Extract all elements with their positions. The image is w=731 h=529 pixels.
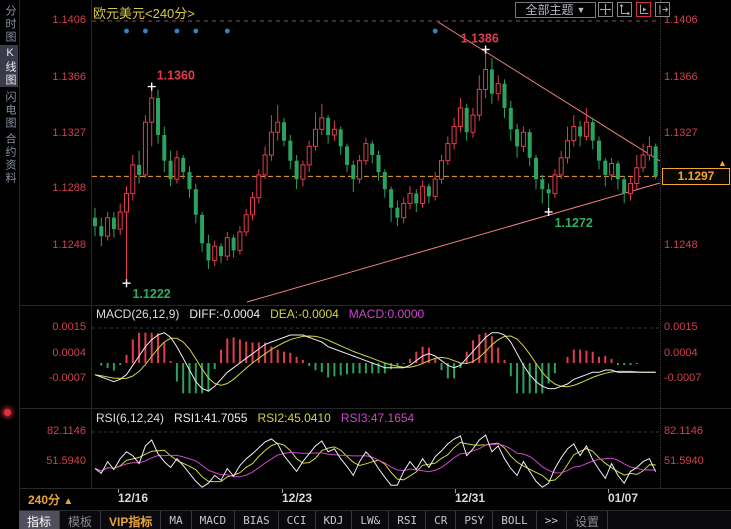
price-tick-right: 1.1327 [664,127,698,140]
date-tick-mark [455,489,456,493]
indicator-value-label: MACD(26,12,9) [96,307,179,321]
toolbar-item-2[interactable]: 模板 [60,511,101,529]
signal-dot [193,29,198,34]
signal-dot [225,29,230,34]
rsi-tick-right: 51.5940 [664,455,704,468]
extreme-cross-marker [123,279,131,287]
toolbar-item-15[interactable]: 设置 [567,511,608,529]
extreme-price-label: 1.1272 [555,216,593,230]
toolbar-item-3[interactable]: VIP指标 [101,511,161,529]
axis-play-icon[interactable] [636,2,651,17]
price-tick-left: 1.1248 [20,239,86,252]
rsi-dates-divider [19,488,731,489]
toolbar-item-7[interactable]: CCI [279,511,316,529]
shift-right-icon[interactable] [655,2,670,17]
extreme-price-label: 1.1222 [133,287,171,301]
toolbar-item-13[interactable]: BOLL [493,511,537,529]
plot-right-border [660,0,661,488]
macd-tick-left: 0.0015 [20,321,86,334]
toolbar-item-9[interactable]: LW& [352,511,389,529]
ascending-support [247,183,660,302]
macd-tick-left: 0.0004 [20,347,86,360]
signal-dot [143,29,148,34]
period-selector[interactable]: 240分 ▲ [28,491,73,508]
extreme-cross-marker [482,46,490,54]
rsi-tick-right: 82.1146 [664,425,703,438]
chevron-down-icon: ▼ [577,3,586,17]
period-up-arrow-icon: ▲ [63,496,73,507]
date-label: 01/07 [608,491,638,505]
indicator-value-label: DEA:-0.0004 [270,307,339,321]
indicator-value-label: RSI(6,12,24) [96,411,164,425]
date-label: 12/23 [282,491,312,505]
toolbar-item-4[interactable]: MA [161,511,191,529]
sidebar-tab-2[interactable]: K线图 [0,45,18,87]
indicator-value-label: MACD:0.0000 [349,307,424,321]
theme-dropdown-button[interactable]: 全部主题 ▼ [515,2,596,18]
axis-scale-icon[interactable] [617,2,632,17]
date-tick-mark [282,489,283,493]
extreme-price-label: 1.1386 [461,32,499,46]
last-price-tag: 1.1297 [662,168,730,185]
price-tick-right: 1.1248 [664,239,698,252]
price-tick-left: 1.1288 [20,182,86,195]
extreme-cross-marker [148,83,156,91]
macd-tick-right: 0.0004 [664,347,698,360]
indicator-value-label: RSI2:45.0410 [257,411,330,425]
toolbar-item-5[interactable]: MACD [192,511,236,529]
rsi-tick-left: 82.1146 [20,425,86,438]
sidebar-tab-3[interactable]: 闪电图 [0,88,18,130]
macd-chart[interactable] [92,310,660,406]
candlestick-chart[interactable]: 1.1360 1.1222 1.1386 1.1272 [92,8,660,304]
toolbar-item-10[interactable]: RSI [389,511,426,529]
extreme-price-label: 1.1360 [157,69,195,83]
sidebar-tab-4[interactable]: 合约资料 [0,131,18,185]
price-tick-right: 1.1366 [664,71,698,84]
price-tick-left: 1.1327 [20,127,86,140]
price-tick-left: 1.1406 [20,14,86,27]
date-label: 12/31 [455,491,485,505]
macd-rsi-divider [19,408,731,409]
signal-dot [124,29,129,34]
trading-app-window: 分时图K线图闪电图合约资料 欧元美元<240分> 全部主题 ▼ 1.13601.… [0,0,731,529]
price-tick-left: 1.1366 [20,71,86,84]
toolbar-item-14[interactable]: >> [537,511,567,529]
macd-tick-right: -0.0007 [664,372,701,385]
signal-dot [433,29,438,34]
toolbar-item-11[interactable]: CR [426,511,456,529]
indicator-value-label: DIFF:-0.0004 [189,307,260,321]
rsi-indicator-header: RSI(6,12,24) RSI1:41.7055 RSI2:45.0410 RSI3… [96,411,424,425]
sidebar-tab-1[interactable]: 分时图 [0,2,18,44]
indicator-value-label: RSI1:41.7055 [174,411,247,425]
date-tick-mark [118,489,119,493]
last-price-arrow-icon: ▲ [718,158,727,168]
macd-tick-right: 0.0015 [664,321,698,334]
date-tick-mark [608,489,609,493]
signal-dot [175,29,180,34]
toolbar-item-1[interactable]: 指标 [19,511,60,529]
toolbar-item-6[interactable]: BIAS [235,511,279,529]
macd-indicator-header: MACD(26,12,9) DIFF:-0.0004 DEA:-0.0004 MACD… [96,307,434,321]
crosshair-move-icon[interactable] [598,2,613,17]
date-label: 12/16 [118,491,148,505]
rsi-tick-left: 51.5940 [20,455,86,468]
alert-sun-icon[interactable] [4,409,11,416]
chart-type-sidebar: 分时图K线图闪电图合约资料 [0,0,18,529]
toolbar-item-12[interactable]: PSY [456,511,493,529]
period-label: 240分 [28,493,60,507]
indicator-value-label: RSI3:47.1654 [341,411,414,425]
theme-dropdown-label: 全部主题 [526,3,574,17]
main-macd-divider [19,305,731,306]
toolbar-item-8[interactable]: KDJ [316,511,353,529]
indicator-toolbar: 指标模板VIP指标MAMACDBIASCCIKDJLW&RSICRPSYBOLL… [19,510,731,529]
macd-tick-left: -0.0007 [20,372,86,385]
